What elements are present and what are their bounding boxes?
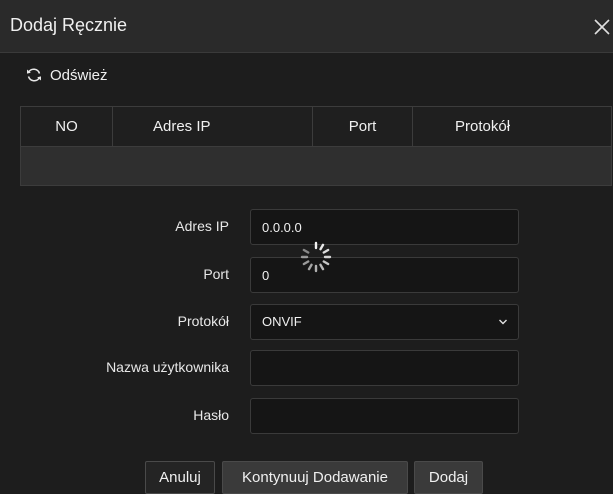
ip-label: Adres IP (175, 218, 229, 234)
column-header-port[interactable]: Port (313, 107, 413, 146)
password-input[interactable] (250, 398, 519, 434)
continue-adding-button[interactable]: Kontynuuj Dodawanie (222, 461, 408, 494)
add-button[interactable]: Dodaj (414, 461, 483, 494)
protocol-select[interactable]: ONVIF (250, 304, 519, 340)
cancel-button[interactable]: Anuluj (145, 461, 215, 494)
ip-input[interactable] (250, 209, 519, 245)
refresh-icon (27, 68, 41, 82)
column-header-protocol[interactable]: Protokół (413, 107, 611, 146)
refresh-label: Odśwież (50, 66, 108, 84)
port-label: Port (203, 266, 229, 282)
close-icon[interactable] (593, 18, 611, 36)
device-table: NO Adres IP Port Protokół (20, 106, 612, 186)
refresh-button[interactable]: Odśwież (26, 64, 108, 86)
dialog-title: Dodaj Ręcznie (10, 15, 128, 35)
dialog-titlebar: Dodaj Ręcznie (0, 0, 613, 53)
add-manually-dialog: Dodaj Ręcznie Odśwież NO Adres IP Port P… (0, 0, 613, 494)
username-label: Nazwa użytkownika (106, 359, 229, 375)
table-header: NO Adres IP Port Protokół (21, 107, 611, 147)
table-empty-row (21, 147, 611, 185)
column-header-no[interactable]: NO (21, 107, 113, 146)
password-label: Hasło (193, 407, 229, 423)
port-input[interactable] (250, 257, 519, 293)
column-header-ip[interactable]: Adres IP (113, 107, 313, 146)
protocol-label: Protokół (177, 313, 229, 329)
chevron-down-icon (499, 319, 507, 325)
username-input[interactable] (250, 350, 519, 386)
dialog-buttons: Anuluj Kontynuuj Dodawanie Dodaj (0, 461, 613, 494)
form-row-username: Nazwa użytkownika (0, 350, 613, 386)
form-row-protocol: Protokół ONVIF (0, 304, 613, 340)
form-row-password: Hasło (0, 398, 613, 434)
protocol-selected-value: ONVIF (262, 314, 302, 329)
loading-spinner-icon (300, 241, 332, 273)
